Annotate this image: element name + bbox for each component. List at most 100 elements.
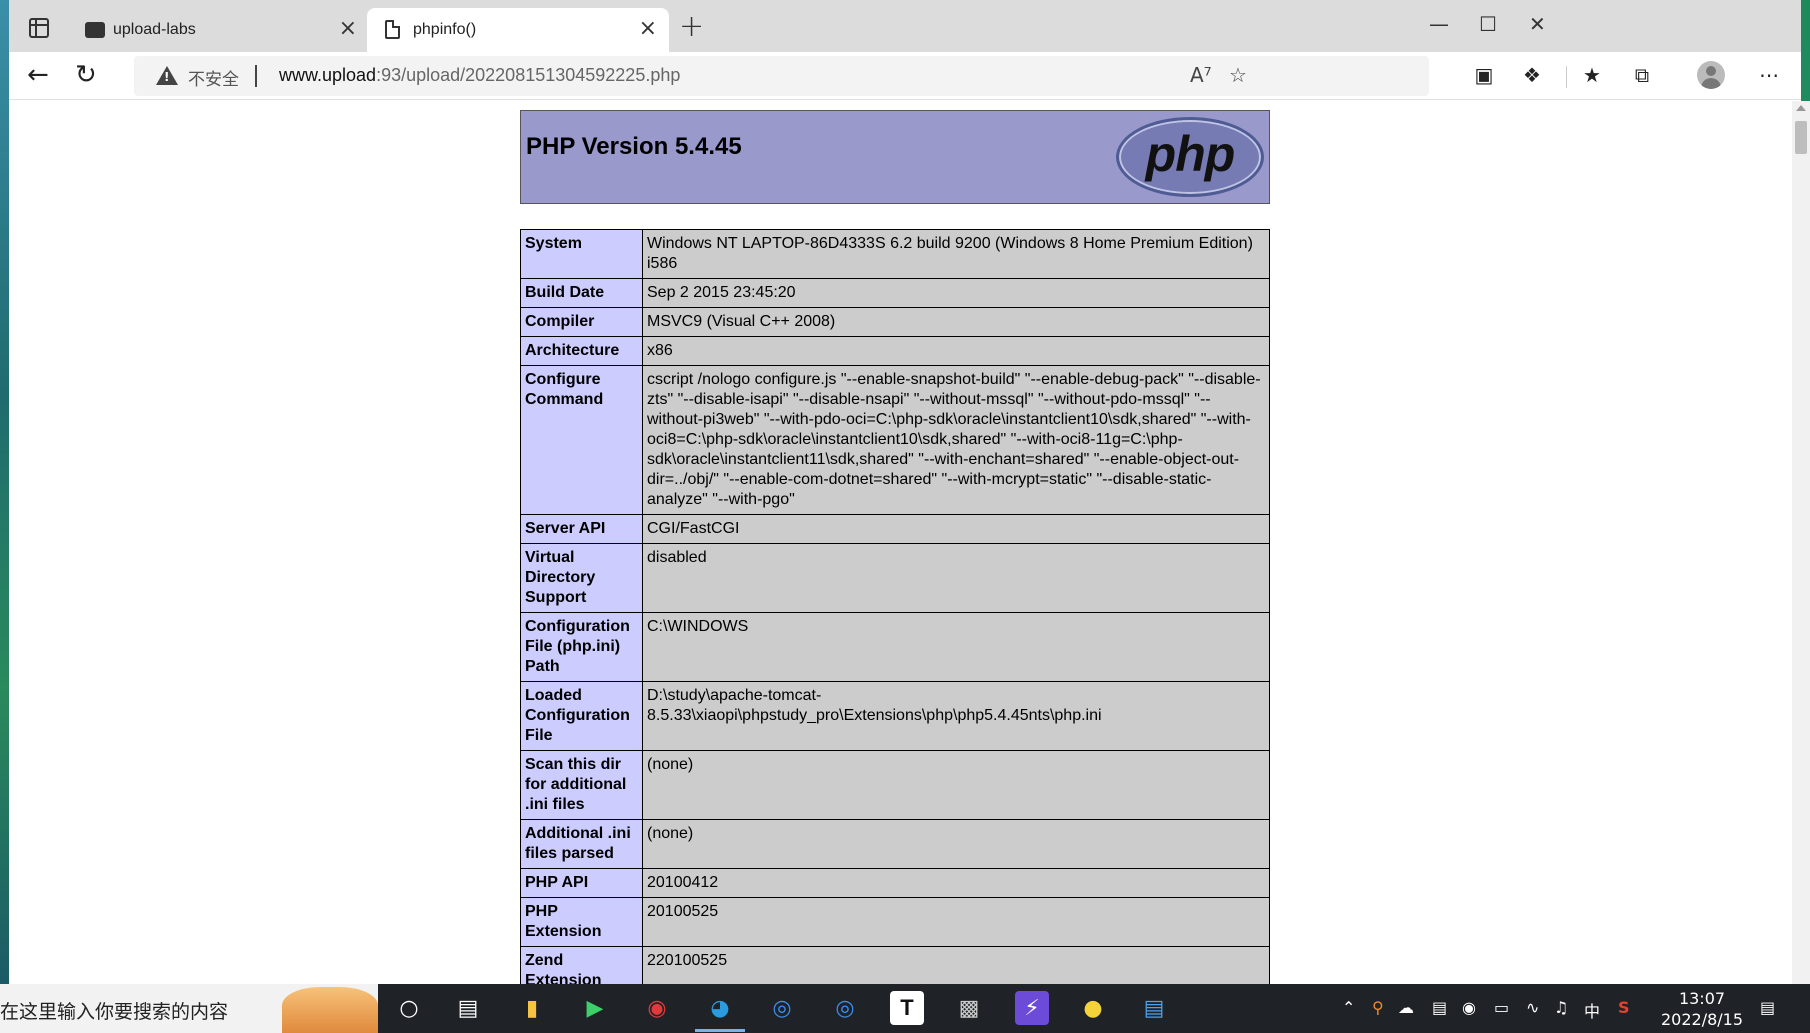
table-row: Build Date Sep 2 2015 23:45:20 — [520, 278, 1270, 308]
row-label: Compiler — [520, 307, 643, 337]
url-host: www.upload — [279, 65, 377, 85]
tab-upload-labs[interactable]: upload-labs × — [69, 8, 369, 52]
maximize-button[interactable]: ☐ — [1479, 14, 1497, 34]
row-label: Configuration File (php.ini) Path — [520, 612, 643, 682]
terminal-icon[interactable]: ▩ — [952, 991, 986, 1025]
scroll-up-icon[interactable] — [1796, 105, 1806, 111]
table-row: Virtual Directory Support disabled — [520, 543, 1270, 613]
volume-icon[interactable]: ♫ — [1554, 998, 1568, 1017]
screen-capture-icon[interactable]: ▤ — [1432, 998, 1447, 1017]
tab-actions-icon[interactable] — [29, 18, 49, 38]
extension-app-icon[interactable]: ▣ — [1471, 62, 1497, 88]
search-placeholder: 在这里输入你要搜索的内容 — [0, 1001, 229, 1023]
qq-music-icon[interactable]: ● — [1076, 991, 1110, 1025]
edge-icon[interactable]: ◕ — [695, 991, 745, 1032]
wifi-icon[interactable]: ∿ — [1526, 998, 1539, 1017]
row-value: (none) — [642, 750, 1270, 820]
netease-music-icon[interactable]: ◉ — [640, 991, 674, 1025]
php-logo: php — [1116, 117, 1264, 197]
tab-phpinfo[interactable]: phpinfo() × — [367, 8, 669, 52]
row-value: Sep 2 2015 23:45:20 — [642, 278, 1270, 308]
toolbar-separator — [1566, 66, 1567, 88]
favorites-icon[interactable]: ★ — [1579, 62, 1605, 88]
phpstudy-icon[interactable]: ⚡ — [1015, 991, 1049, 1025]
table-row: Architecture x86 — [520, 336, 1270, 366]
qq-browser-icon[interactable]: ◎ — [765, 991, 799, 1025]
input-method-indicator[interactable]: 中 — [1584, 998, 1600, 1022]
taskbar-clock[interactable]: 13:07 2022/8/15 — [1652, 988, 1752, 1030]
taskbar-search[interactable]: 在这里输入你要搜索的内容 — [0, 984, 378, 1033]
url-path: :93/upload/202208151304592225.php — [376, 65, 681, 85]
row-value: Windows NT LAPTOP-86D4333S 6.2 build 920… — [642, 229, 1270, 279]
row-label: PHP API — [520, 868, 643, 898]
tab-label: phpinfo() — [413, 21, 477, 38]
show-hidden-icons-icon[interactable]: ⌃ — [1342, 998, 1355, 1017]
close-tab-icon[interactable]: × — [339, 18, 357, 40]
close-tab-icon[interactable]: × — [639, 18, 657, 40]
cloud-sync-icon[interactable]: ☁ — [1398, 998, 1414, 1017]
search-tray-icon[interactable]: ⚲ — [1372, 998, 1384, 1017]
tab-strip: upload-labs × phpinfo() × + — ☐ ✕ — [9, 0, 1801, 52]
task-view-icon[interactable]: ▤ — [451, 991, 485, 1025]
row-value: MSVC9 (Visual C++ 2008) — [642, 307, 1270, 337]
more-icon[interactable]: ⋯ — [1756, 62, 1782, 88]
row-label: Virtual Directory Support — [520, 543, 643, 613]
address-bar[interactable]: 不安全 www.upload:93/upload/202208151304592… — [134, 56, 1429, 96]
table-row: Server API CGI/FastCGI — [520, 514, 1270, 544]
notifications-icon[interactable]: ▤ — [1760, 998, 1775, 1017]
refresh-icon[interactable]: ↻ — [75, 62, 97, 88]
security-label[interactable]: 不安全 — [188, 65, 239, 90]
table-row: Additional .ini files parsed (none) — [520, 819, 1270, 869]
table-row: PHP Extension 20100525 — [520, 897, 1270, 947]
sogou-input-icon[interactable]: S — [1618, 998, 1630, 1017]
php-version-header: PHP Version 5.4.45 php — [520, 110, 1270, 204]
profile-icon[interactable] — [1697, 61, 1725, 89]
new-tab-button[interactable]: + — [679, 12, 704, 42]
add-favorite-icon[interactable]: ☆ — [1229, 64, 1247, 86]
browser-toolbar: ← ↻ 不安全 www.upload:93/upload/20220815130… — [9, 52, 1801, 100]
row-value: D:\study\apache-tomcat-8.5.33\xiaopi\php… — [642, 681, 1270, 751]
browser-window: upload-labs × phpinfo() × + — ☐ ✕ ← ↻ 不安… — [9, 0, 1801, 984]
php-logo-text: php — [1145, 126, 1236, 182]
tab-label: upload-labs — [113, 21, 196, 38]
table-row: Zend Extension 220100525 — [520, 946, 1270, 984]
vertical-scrollbar[interactable] — [1792, 101, 1810, 984]
back-icon[interactable]: ← — [27, 62, 49, 88]
file-explorer-icon[interactable]: ▮ — [515, 991, 549, 1025]
row-label: Server API — [520, 514, 643, 544]
row-label: System — [520, 229, 643, 279]
scroll-thumb[interactable] — [1795, 121, 1807, 154]
row-label: Scan this dir for additional .ini files — [520, 750, 643, 820]
table-row: Loaded Configuration File D:\study\apache… — [520, 681, 1270, 751]
table-row: Configure Command cscript /nologo configu… — [520, 365, 1270, 515]
read-aloud-icon[interactable]: A⁷ — [1190, 64, 1212, 86]
url-text[interactable]: www.upload:93/upload/202208151304592225.… — [279, 65, 680, 86]
app-window-icon[interactable]: ▤ — [1137, 991, 1171, 1025]
page-icon — [385, 20, 400, 39]
qq-icon[interactable]: ◎ — [828, 991, 862, 1025]
row-value: 20100412 — [642, 868, 1270, 898]
row-value: C:\WINDOWS — [642, 612, 1270, 682]
row-value: 20100525 — [642, 897, 1270, 947]
row-label: Loaded Configuration File — [520, 681, 643, 751]
table-row: Configuration File (php.ini) Path C:\WIND… — [520, 612, 1270, 682]
desktop-edge-left — [0, 0, 9, 984]
battery-icon[interactable]: ▭ — [1494, 998, 1509, 1017]
search-highlight-image — [282, 987, 378, 1033]
minimize-button[interactable]: — — [1429, 14, 1449, 34]
app-tray-icon[interactable]: ◉ — [1462, 998, 1476, 1017]
video-player-icon[interactable]: ▶ — [578, 991, 612, 1025]
row-value: (none) — [642, 819, 1270, 869]
close-window-button[interactable]: ✕ — [1529, 14, 1546, 34]
warning-icon[interactable] — [156, 66, 178, 85]
row-value: x86 — [642, 336, 1270, 366]
table-row: System Windows NT LAPTOP-86D4333S 6.2 bui… — [520, 229, 1270, 279]
cortana-icon[interactable]: ○ — [392, 991, 426, 1025]
address-separator — [255, 65, 257, 87]
table-row: Scan this dir for additional .ini files(… — [520, 750, 1270, 820]
typora-icon[interactable]: T — [890, 991, 924, 1025]
taskbar: 在这里输入你要搜索的内容 ○ ▤ ▮ ▶ ◉ ◕ ◎ ◎ T ▩ ⚡ ● ▤ ⌃… — [0, 984, 1810, 1033]
extensions-icon[interactable]: ❖ — [1519, 62, 1545, 88]
collections-icon[interactable]: ⧉ — [1629, 62, 1655, 88]
table-row: Compiler MSVC9 (Visual C++ 2008) — [520, 307, 1270, 337]
